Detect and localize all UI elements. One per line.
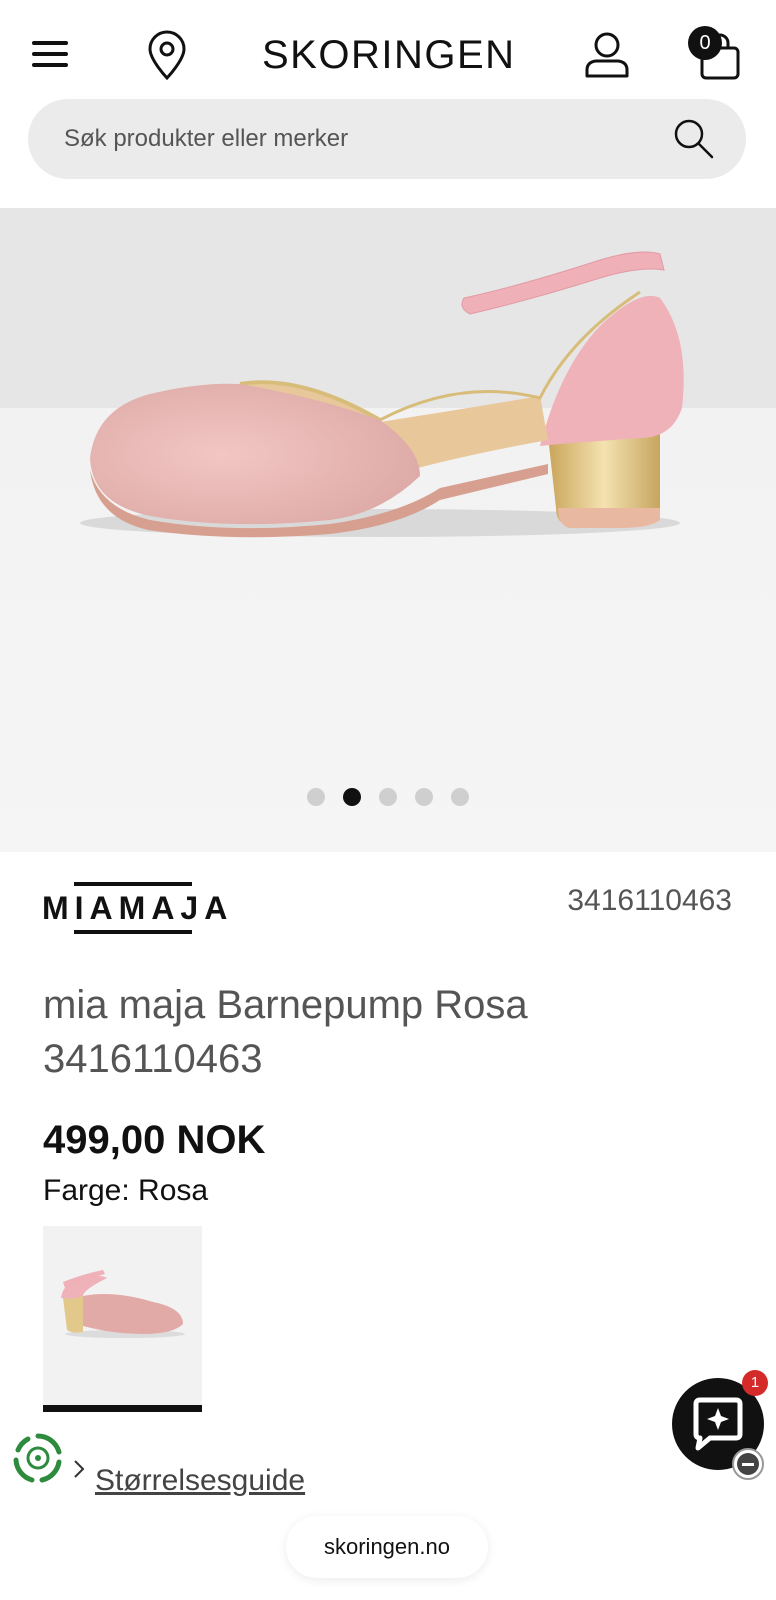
minus-icon (737, 1453, 759, 1475)
browser-url-bar[interactable]: skoringen.no (286, 1516, 488, 1578)
product-title: mia maja Barnepump Rosa 3416110463 (43, 983, 528, 1081)
gallery-dot-2[interactable] (343, 788, 361, 806)
gallery-dot-4[interactable] (415, 788, 433, 806)
product-image-gallery[interactable] (0, 208, 776, 852)
size-guide-link[interactable]: Størrelsesguide (95, 1464, 305, 1498)
chat-notification-badge: 1 (742, 1370, 768, 1396)
user-icon[interactable] (582, 30, 632, 80)
product-price: 499,00 NOK (43, 1118, 266, 1162)
gallery-dot-5[interactable] (451, 788, 469, 806)
cart-count-badge: 0 (688, 26, 722, 60)
site-logo[interactable]: SKORINGEN (262, 30, 514, 80)
chevron-right-icon (72, 1458, 86, 1480)
search-icon[interactable] (672, 117, 716, 161)
swatch-selected-indicator (43, 1405, 202, 1412)
brand-logo[interactable]: MIAMAJA (42, 880, 232, 938)
brand-logo-text: MIAMAJA (42, 890, 232, 926)
color-label: Farge: Rosa (43, 1174, 209, 1207)
location-pin-icon[interactable] (144, 30, 190, 82)
search-input[interactable] (64, 99, 664, 179)
site-header: SKORINGEN 0 (0, 0, 776, 100)
gallery-pagination (0, 788, 776, 812)
color-swatch-rosa[interactable] (43, 1226, 202, 1412)
shopping-bag-button[interactable]: 0 (686, 26, 746, 82)
recycle-icon[interactable] (12, 1432, 64, 1484)
product-sku: 3416110463 (567, 884, 732, 917)
product-image (80, 251, 684, 538)
gallery-dot-3[interactable] (379, 788, 397, 806)
gallery-dot-1[interactable] (307, 788, 325, 806)
search-bar (28, 99, 746, 179)
chat-minimize-button[interactable] (732, 1448, 764, 1480)
swatch-shoe-thumbnail (61, 1270, 185, 1338)
hamburger-menu-icon[interactable] (30, 38, 70, 70)
